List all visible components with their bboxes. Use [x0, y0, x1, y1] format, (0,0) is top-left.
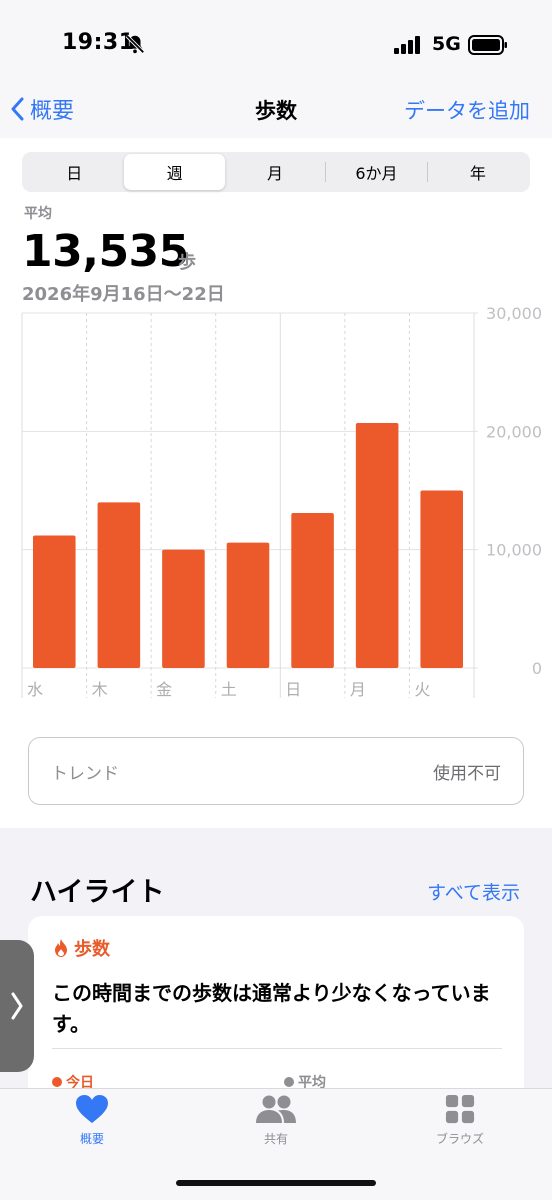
bar-0 [33, 535, 76, 668]
average-dot [284, 1077, 294, 1087]
y-tick-label: 0 [532, 659, 542, 678]
trend-label: トレンド [51, 763, 119, 784]
bar-5 [355, 423, 399, 668]
trend-row[interactable]: トレンド 使用不可 [28, 737, 524, 805]
segment-week[interactable]: 週 [124, 154, 225, 190]
people-icon [256, 1095, 296, 1123]
highlights-title: ハイライト [30, 877, 165, 908]
x-tick-label: 月 [350, 680, 366, 699]
highlight-category-label: 歩数 [74, 939, 110, 960]
y-tick-label: 10,000 [486, 541, 542, 560]
bar-3 [226, 542, 270, 668]
y-tick-label: 30,000 [486, 304, 542, 323]
battery-icon [468, 35, 507, 55]
tab-browse-label: ブラウズ [435, 1132, 484, 1146]
tab-summary[interactable]: 概要 [32, 1094, 152, 1147]
highlight-category: 歩数 [52, 935, 110, 961]
bar-1 [97, 502, 141, 668]
side-handle[interactable] [0, 940, 34, 1072]
x-tick-label: 火 [414, 680, 430, 699]
network-label: 5G [432, 33, 461, 55]
average-unit: 歩 [178, 252, 196, 273]
bar-6 [420, 490, 463, 668]
chevron-right-icon [11, 992, 23, 1020]
bar-4 [291, 512, 334, 668]
segment-year[interactable]: 年 [428, 154, 528, 190]
signal-icon [394, 36, 420, 54]
highlight-text: この時間までの歩数は通常より少なくなっています。 [52, 981, 491, 1036]
bell-muted-icon [125, 34, 145, 54]
home-indicator [176, 1180, 376, 1186]
bar-2 [162, 549, 205, 668]
y-tick-label: 20,000 [486, 422, 542, 441]
tab-sharing[interactable]: 共有 [216, 1094, 336, 1147]
today-dot [52, 1077, 62, 1087]
x-tick-label: 日 [285, 680, 301, 699]
segment-day[interactable]: 日 [24, 154, 124, 190]
steps-bar-chart[interactable]: 0 10,000 20,000 30,000 水 木 金 土 日 月 火 [0, 300, 552, 710]
tab-sharing-label: 共有 [263, 1132, 288, 1146]
segment-six-months[interactable]: 6か月 [326, 154, 426, 190]
highlight-divider [52, 1048, 502, 1049]
add-data-button[interactable]: データを追加 [404, 95, 530, 125]
flame-icon [55, 939, 67, 957]
period-segmented-control: 日 週 月 6か月 年 [22, 152, 530, 192]
average-value: 13,535 [22, 226, 189, 277]
average-label: 平均 [24, 206, 52, 222]
show-all-link[interactable]: すべて表示 [427, 878, 520, 905]
x-tick-label: 土 [221, 680, 237, 699]
x-tick-label: 木 [92, 680, 108, 699]
trend-status: 使用不可 [433, 763, 501, 784]
tab-summary-label: 概要 [79, 1132, 104, 1146]
x-tick-label: 水 [27, 680, 43, 699]
grid-icon [445, 1094, 475, 1124]
tab-browse[interactable]: ブラウズ [400, 1094, 520, 1147]
segment-month[interactable]: 月 [225, 154, 325, 190]
x-tick-label: 金 [156, 680, 172, 699]
heart-icon [76, 1095, 108, 1123]
